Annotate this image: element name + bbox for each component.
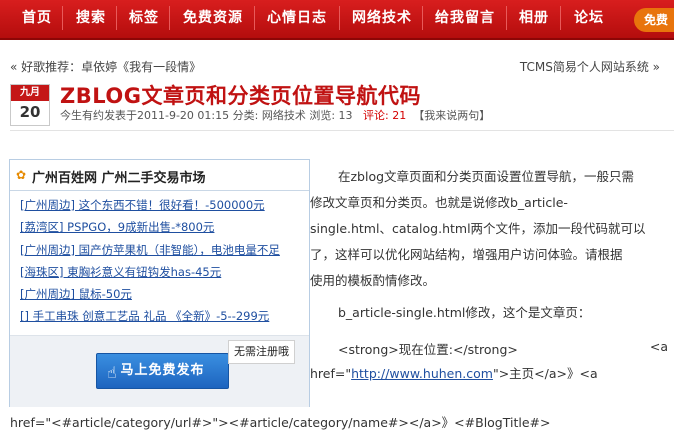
- date-month: 九月: [11, 85, 49, 101]
- nav-divider: [169, 6, 170, 30]
- nav-free-resources[interactable]: 免费资源: [183, 0, 243, 38]
- code-line-2: href="http://www.huhen.com">主页</a>》<a: [310, 363, 598, 382]
- nav-album[interactable]: 相册: [519, 0, 549, 38]
- nav-divider: [254, 6, 255, 30]
- ad-title[interactable]: 广州百姓网 广州二手交易市场: [32, 167, 206, 186]
- ad-footer: ☝ 马上免费发布 无需注册哦: [10, 335, 309, 407]
- ad-link[interactable]: [广州周边] 鼠标-50元: [20, 283, 306, 305]
- nav-search[interactable]: 搜索: [76, 0, 106, 38]
- ad-link[interactable]: [广州周边] 国产仿苹果机（非智能），电池电量不足: [20, 239, 306, 261]
- code-prefix: href=": [310, 366, 352, 381]
- nav-mood-diary[interactable]: 心情日志: [267, 0, 327, 38]
- top-nav: 首页 搜索 标签 免费资源 心情日志 网络技术 给我留言 相册 论坛 免费: [0, 0, 674, 40]
- post-title[interactable]: ZBLOG文章页和分类页位置导航代码: [60, 80, 421, 110]
- publish-free-button[interactable]: ☝ 马上免费发布: [96, 353, 229, 389]
- paragraph-line: single.html、catalog.html两个文件，添加一段代码就可以: [310, 221, 646, 236]
- code-suffix: ">主页</a>》<a: [492, 366, 598, 381]
- nav-divider: [116, 6, 117, 30]
- ad-link[interactable]: [] 手工串珠 创意工艺品 礼品 《全新》-5--299元: [20, 305, 306, 327]
- nav-free-badge[interactable]: 免费: [633, 8, 674, 32]
- nav-forum[interactable]: 论坛: [574, 0, 604, 38]
- ad-header: ✿ 广州百姓网 广州二手交易市场: [10, 160, 309, 191]
- paragraph-2: b_article-single.html修改，这个是文章页：: [338, 305, 591, 320]
- date-badge: 九月 20: [10, 84, 50, 126]
- comment-count[interactable]: 评论: 21: [363, 109, 406, 122]
- nav-network-tech[interactable]: 网络技术: [352, 0, 412, 38]
- code-line-1: <strong>现在位置:</strong>: [338, 342, 518, 357]
- paragraph-line: 在zblog文章页面和分类页面设置位置导航，一般只需: [338, 169, 635, 184]
- date-day: 20: [19, 103, 41, 121]
- paragraph-line: 修改文章页和分类页。也就是说修改b_article-: [310, 195, 568, 210]
- hand-pointer-icon: ☝: [107, 363, 118, 382]
- nav-tags[interactable]: 标签: [129, 0, 159, 38]
- post-meta: 今生有约发表于2011-9-20 01:15 分类: 网络技术 浏览: 13 评…: [60, 107, 490, 123]
- no-registration-tip: 无需注册哦: [228, 340, 295, 364]
- post-meta-text: 今生有约发表于2011-9-20 01:15 分类: 网络技术 浏览: 13: [60, 109, 353, 122]
- paragraph-line: 使用的模板酌情修改。: [310, 273, 436, 288]
- nav-guestbook[interactable]: 给我留言: [435, 0, 495, 38]
- nav-divider: [506, 6, 507, 30]
- code-line-3: href="<#article/category/url#>"><#articl…: [10, 415, 551, 430]
- flower-icon: ✿: [16, 168, 27, 182]
- divider: [10, 130, 674, 131]
- nav-divider: [62, 6, 63, 30]
- ad-link[interactable]: [荔湾区] PSPGO，9成新出售-*800元: [20, 216, 306, 238]
- nav-divider: [339, 6, 340, 30]
- nav-divider: [422, 6, 423, 30]
- code-line-1-tail: <a: [649, 339, 668, 354]
- next-post-link[interactable]: TCMS简易个人网站系统 »: [520, 58, 660, 75]
- site-link[interactable]: http://www.huhen.com: [351, 366, 493, 381]
- ad-widget: ✿ 广州百姓网 广州二手交易市场 [广州周边] 这个东西不错！很好看！-5000…: [9, 159, 310, 407]
- ad-list: [广州周边] 这个东西不错！很好看！-500000元 [荔湾区] PSPGO，9…: [20, 194, 306, 328]
- nav-divider: [560, 6, 561, 30]
- ad-link[interactable]: [广州周边] 这个东西不错！很好看！-500000元: [20, 194, 306, 216]
- publish-button-label: 马上免费发布: [120, 363, 205, 378]
- prev-post-link[interactable]: « 好歌推荐：卓依婷《我有一段情》: [10, 58, 201, 75]
- nav-home[interactable]: 首页: [22, 0, 52, 38]
- article-body: 在zblog文章页面和分类页面设置位置导航，一般只需 修改文章页和分类页。也就是…: [310, 164, 666, 294]
- paragraph-line: 了，这样可以优化网站结构，增强用户访问体验。请根据: [310, 247, 623, 262]
- reply-link[interactable]: 【我来说两句】: [413, 109, 490, 122]
- ad-link[interactable]: [海珠区] 東胸衫意义有钮钩发has-45元: [20, 261, 306, 283]
